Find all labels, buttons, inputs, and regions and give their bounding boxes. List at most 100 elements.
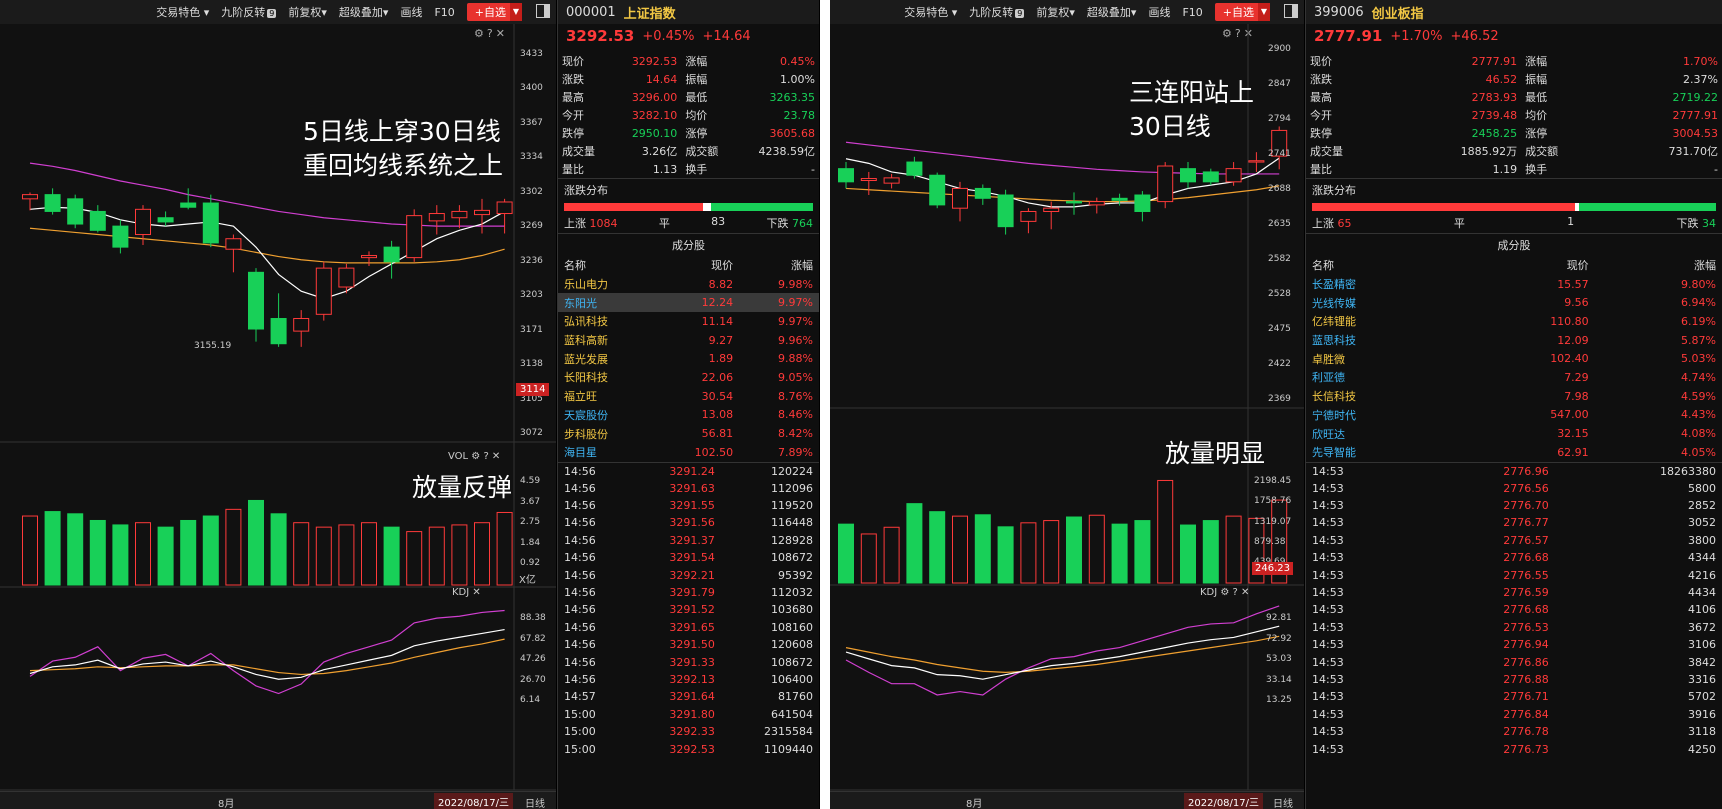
down-label: 下跌 xyxy=(1676,217,1699,230)
flat-count: 83 xyxy=(711,215,726,228)
constituent-row[interactable]: 蓝光发展 1.89 9.88% xyxy=(558,349,819,368)
tick-time: 14:53 xyxy=(1312,499,1344,513)
volume-bar xyxy=(248,499,264,586)
constituent-row[interactable]: 长信科技 7.98 4.59% xyxy=(1306,387,1722,406)
quote-value: 1.13 xyxy=(652,162,678,176)
price-tick-label: 2688 xyxy=(1268,184,1291,194)
volume-annotation: 放量反弹 xyxy=(412,473,513,502)
constituent-row[interactable]: 蓝科高新 9.27 9.96% xyxy=(558,331,819,350)
tick-volume: 3316 xyxy=(1688,672,1716,686)
candle-body xyxy=(1202,171,1219,183)
constituents-table: 名称 现价 涨幅 乐山电力 8.82 9.98% 东阳光 12.24 9.97% 弘讯科技 11.1… xyxy=(558,256,819,462)
tick-row: 14:56 3291.79 112032 xyxy=(558,584,819,601)
constituent-name: 长信科技 xyxy=(1312,390,1356,404)
constituent-row[interactable]: 长阳科技 22.06 9.05% xyxy=(558,368,819,387)
constituent-row[interactable]: 欣旺达 32.15 4.08% xyxy=(1306,424,1722,443)
column-header: 现价 xyxy=(711,259,734,273)
down-count: 34 xyxy=(1701,217,1716,230)
constituent-row[interactable]: 长盈精密 15.57 9.80% xyxy=(1306,275,1722,294)
constituent-row[interactable]: 利亚德 7.29 4.74% xyxy=(1306,368,1722,387)
tick-row: 14:53 2776.68 4344 xyxy=(1306,549,1722,566)
tick-row: 14:53 2776.71 5702 xyxy=(1306,688,1722,705)
tick-price: 2776.57 xyxy=(1503,533,1549,547)
candle-body xyxy=(44,194,61,212)
candle-body xyxy=(22,194,38,200)
period-tab-daily[interactable]: 日线 xyxy=(525,795,545,809)
quote-row: 涨跌 14.64 振幅 1.00% xyxy=(558,70,819,88)
tick-row: 14:56 3291.50 120608 xyxy=(558,636,819,653)
constituent-row[interactable]: 亿纬锂能 110.80 6.19% xyxy=(1306,312,1722,331)
tick-price: 2776.55 xyxy=(1503,568,1549,582)
quote-key: 涨幅 xyxy=(685,55,708,68)
left-chart-panel[interactable]: 交易特色 ▾ 九阶反转 9 前复权▾ 超级叠加▾ 画线 F10 +自选 ▼ ⚙?✕ … xyxy=(0,0,556,809)
quote-value: 3004.53 xyxy=(1672,126,1719,140)
constituent-pct: 7.89% xyxy=(778,445,813,459)
constituent-price: 11.14 xyxy=(701,314,734,328)
stock-code: 000001 xyxy=(566,4,616,20)
tick-time: 14:56 xyxy=(564,620,596,634)
constituent-row[interactable]: 先导智能 62.91 4.05% xyxy=(1306,443,1722,462)
constituent-row[interactable]: 乐山电力 8.82 9.98% xyxy=(558,275,819,294)
tick-price: 3291.80 xyxy=(669,707,715,721)
tick-price: 2776.70 xyxy=(1503,499,1549,513)
tick-volume: 108672 xyxy=(771,551,813,565)
constituent-price: 22.06 xyxy=(701,370,734,384)
constituent-price: 12.24 xyxy=(653,293,740,313)
quote-key: 均价 xyxy=(685,109,708,122)
tick-time: 14:53 xyxy=(1312,672,1344,686)
quote-row: 成交量 3.26亿 成交额 4238.59亿 xyxy=(558,142,819,160)
constituent-row[interactable]: 蓝思科技 12.09 5.87% xyxy=(1306,331,1722,350)
tick-row: 14:56 3291.55 119520 xyxy=(558,497,819,514)
constituent-row[interactable]: 东阳光 12.24 9.97% xyxy=(558,293,819,313)
constituent-row[interactable]: 福立旺 30.54 8.76% xyxy=(558,387,819,406)
constituent-price: 30.54 xyxy=(701,389,734,403)
constituent-row[interactable]: 海目星 102.50 7.89% xyxy=(558,443,819,462)
constituent-price: 1.89 xyxy=(708,352,734,366)
volume-tick-label: 1758.76 xyxy=(1254,496,1292,507)
candle-body xyxy=(1225,168,1242,183)
tick-row: 14:56 3291.65 108160 xyxy=(558,619,819,636)
volume-bar xyxy=(1043,520,1060,584)
dist-down-segment xyxy=(1578,203,1716,211)
tick-time: 14:56 xyxy=(564,568,596,582)
volume-bar xyxy=(1180,524,1196,584)
tick-price: 2776.59 xyxy=(1503,585,1549,599)
settings-icon[interactable]: ⚙ ? ✕ xyxy=(471,451,500,462)
constituent-name: 海目星 xyxy=(564,446,597,460)
tick-time: 14:56 xyxy=(564,533,596,547)
candle-body xyxy=(1020,210,1037,222)
period-tab-daily[interactable]: 日线 xyxy=(1273,795,1293,809)
tick-row: 14:56 3291.63 112096 xyxy=(558,479,819,496)
constituents-header: 名称 现价 涨幅 xyxy=(558,256,819,275)
tick-time: 14:53 xyxy=(1312,725,1344,739)
volume-label: VOL ⚙ ? ✕ xyxy=(448,451,500,462)
constituent-row[interactable]: 弘讯科技 11.14 9.97% xyxy=(558,312,819,331)
tick-price: 2776.68 xyxy=(1503,603,1549,617)
settings-icon[interactable]: ⚙ ? ✕ xyxy=(1220,587,1249,598)
tick-volume: 3052 xyxy=(1688,516,1716,530)
constituent-row[interactable]: 宁德时代 547.00 4.43% xyxy=(1306,406,1722,425)
tick-row: 14:53 2776.59 4434 xyxy=(1306,584,1722,601)
volume-tick-label: 1319.07 xyxy=(1254,516,1292,527)
change-amount: +46.52 xyxy=(1450,28,1499,44)
tick-time: 14:56 xyxy=(564,516,596,530)
close-icon[interactable]: ✕ xyxy=(472,587,480,598)
volume-bar xyxy=(135,522,151,586)
tick-volume: 128928 xyxy=(771,533,813,547)
volume-bar xyxy=(22,515,38,586)
constituent-name: 卓胜微 xyxy=(1312,352,1345,366)
constituent-row[interactable]: 步科股份 56.81 8.42% xyxy=(558,424,819,443)
tick-time: 14:53 xyxy=(1312,516,1344,530)
candle-body xyxy=(1134,194,1151,212)
right-chart-panel[interactable]: 交易特色 ▾ 九阶反转 9 前复权▾ 超级叠加▾ 画线 F10 +自选 ▼ ⚙?✕ … xyxy=(830,0,1304,809)
tick-price: 2776.71 xyxy=(1503,690,1549,704)
constituent-row[interactable]: 卓胜微 102.40 5.03% xyxy=(1306,349,1722,368)
constituent-name: 天宸股份 xyxy=(564,408,608,422)
constituent-row[interactable]: 天宸股份 13.08 8.46% xyxy=(558,406,819,425)
quote-value: 4238.59亿 xyxy=(758,145,816,158)
volume-tick-label: 879.38 xyxy=(1254,536,1286,547)
kdj-label: KDJ ⚙ ? ✕ xyxy=(1200,587,1249,598)
constituent-row[interactable]: 光线传媒 9.56 6.94% xyxy=(1306,293,1722,312)
tick-price: 3292.13 xyxy=(669,672,715,686)
tick-row: 14:53 2776.77 3052 xyxy=(1306,514,1722,531)
